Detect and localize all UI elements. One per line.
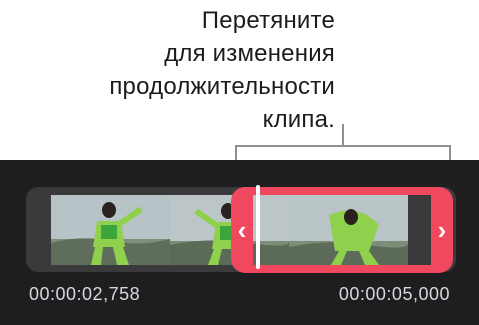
clip-end-time: 00:00:05,000 <box>338 284 450 304</box>
chevron-left-icon: ‹ <box>237 214 247 245</box>
playhead[interactable] <box>256 185 260 269</box>
trim-handle-right[interactable]: › <box>431 187 453 273</box>
clip-thumbnail <box>51 195 170 265</box>
trim-handle-left[interactable]: ‹ <box>231 187 253 273</box>
clip-thumbnail <box>170 195 289 265</box>
clip-filmstrip[interactable] <box>51 195 408 265</box>
callout-bracket <box>235 124 451 160</box>
chevron-right-icon: › <box>437 214 447 245</box>
clip-start-time: 00:00:02,758 <box>29 284 141 304</box>
clip-thumbnail <box>289 195 408 265</box>
